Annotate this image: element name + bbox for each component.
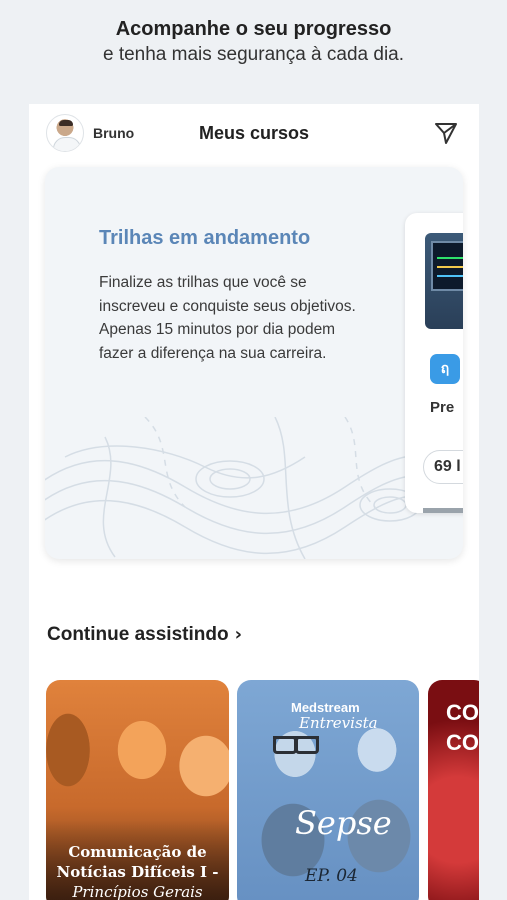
course-label: Pre: [430, 399, 455, 416]
brand-script: Entrevista: [299, 714, 378, 732]
progress-pill: 69 l: [423, 450, 463, 484]
promo-header: Acompanhe o seu progresso e tenha mais s…: [0, 16, 507, 68]
monitor-screen: [431, 241, 463, 291]
episode-number: EP. 04: [305, 866, 358, 886]
progress-bar: [423, 508, 463, 513]
brand-name: Medstream: [291, 700, 360, 715]
trail-course-card[interactable]: ฤ Pre 69 l: [405, 213, 463, 513]
video-card-partial[interactable]: CO CO: [428, 680, 479, 900]
trails-in-progress-card[interactable]: Trilhas em andamento Finalize as trilhas…: [45, 167, 463, 559]
trails-title: Trilhas em andamento: [99, 227, 311, 249]
video-card-sepse[interactable]: Medstream Entrevista Sepse EP. 04: [237, 680, 419, 900]
caption-line2: Notícias Difíceis I -: [56, 863, 219, 881]
send-icon[interactable]: [433, 120, 459, 146]
partial-title: CO CO: [446, 700, 479, 755]
topographic-pattern: [45, 417, 463, 559]
episode-topic: Sepse: [295, 804, 392, 842]
trails-description: Finalize as trilhas que você se inscreve…: [99, 274, 356, 362]
video-card-comunicacao[interactable]: Comunicação de Notícias Difíceis I - Pri…: [46, 680, 229, 900]
continue-watching-header[interactable]: Continue assistindo ›: [47, 624, 242, 646]
chevron-right-icon: ›: [234, 624, 242, 645]
caption-line1: Comunicação de: [68, 843, 207, 861]
top-bar: Bruno Meus cursos: [29, 104, 479, 164]
caption-line3: Princípios Gerais: [72, 883, 203, 900]
app-screen: Bruno Meus cursos Trilhas em andamento F…: [29, 104, 479, 900]
app-icon: ฤ: [430, 354, 460, 384]
video-caption: Comunicação de Notícias Difíceis I - Pri…: [46, 842, 229, 900]
page-title: Meus cursos: [198, 123, 310, 143]
promo-headline: Acompanhe o seu progresso: [115, 18, 392, 40]
continue-title: Continue assistindo: [47, 624, 229, 645]
promo-subline: e tenha mais segurança à cada dia.: [102, 44, 405, 65]
glasses-shape: [273, 736, 319, 754]
